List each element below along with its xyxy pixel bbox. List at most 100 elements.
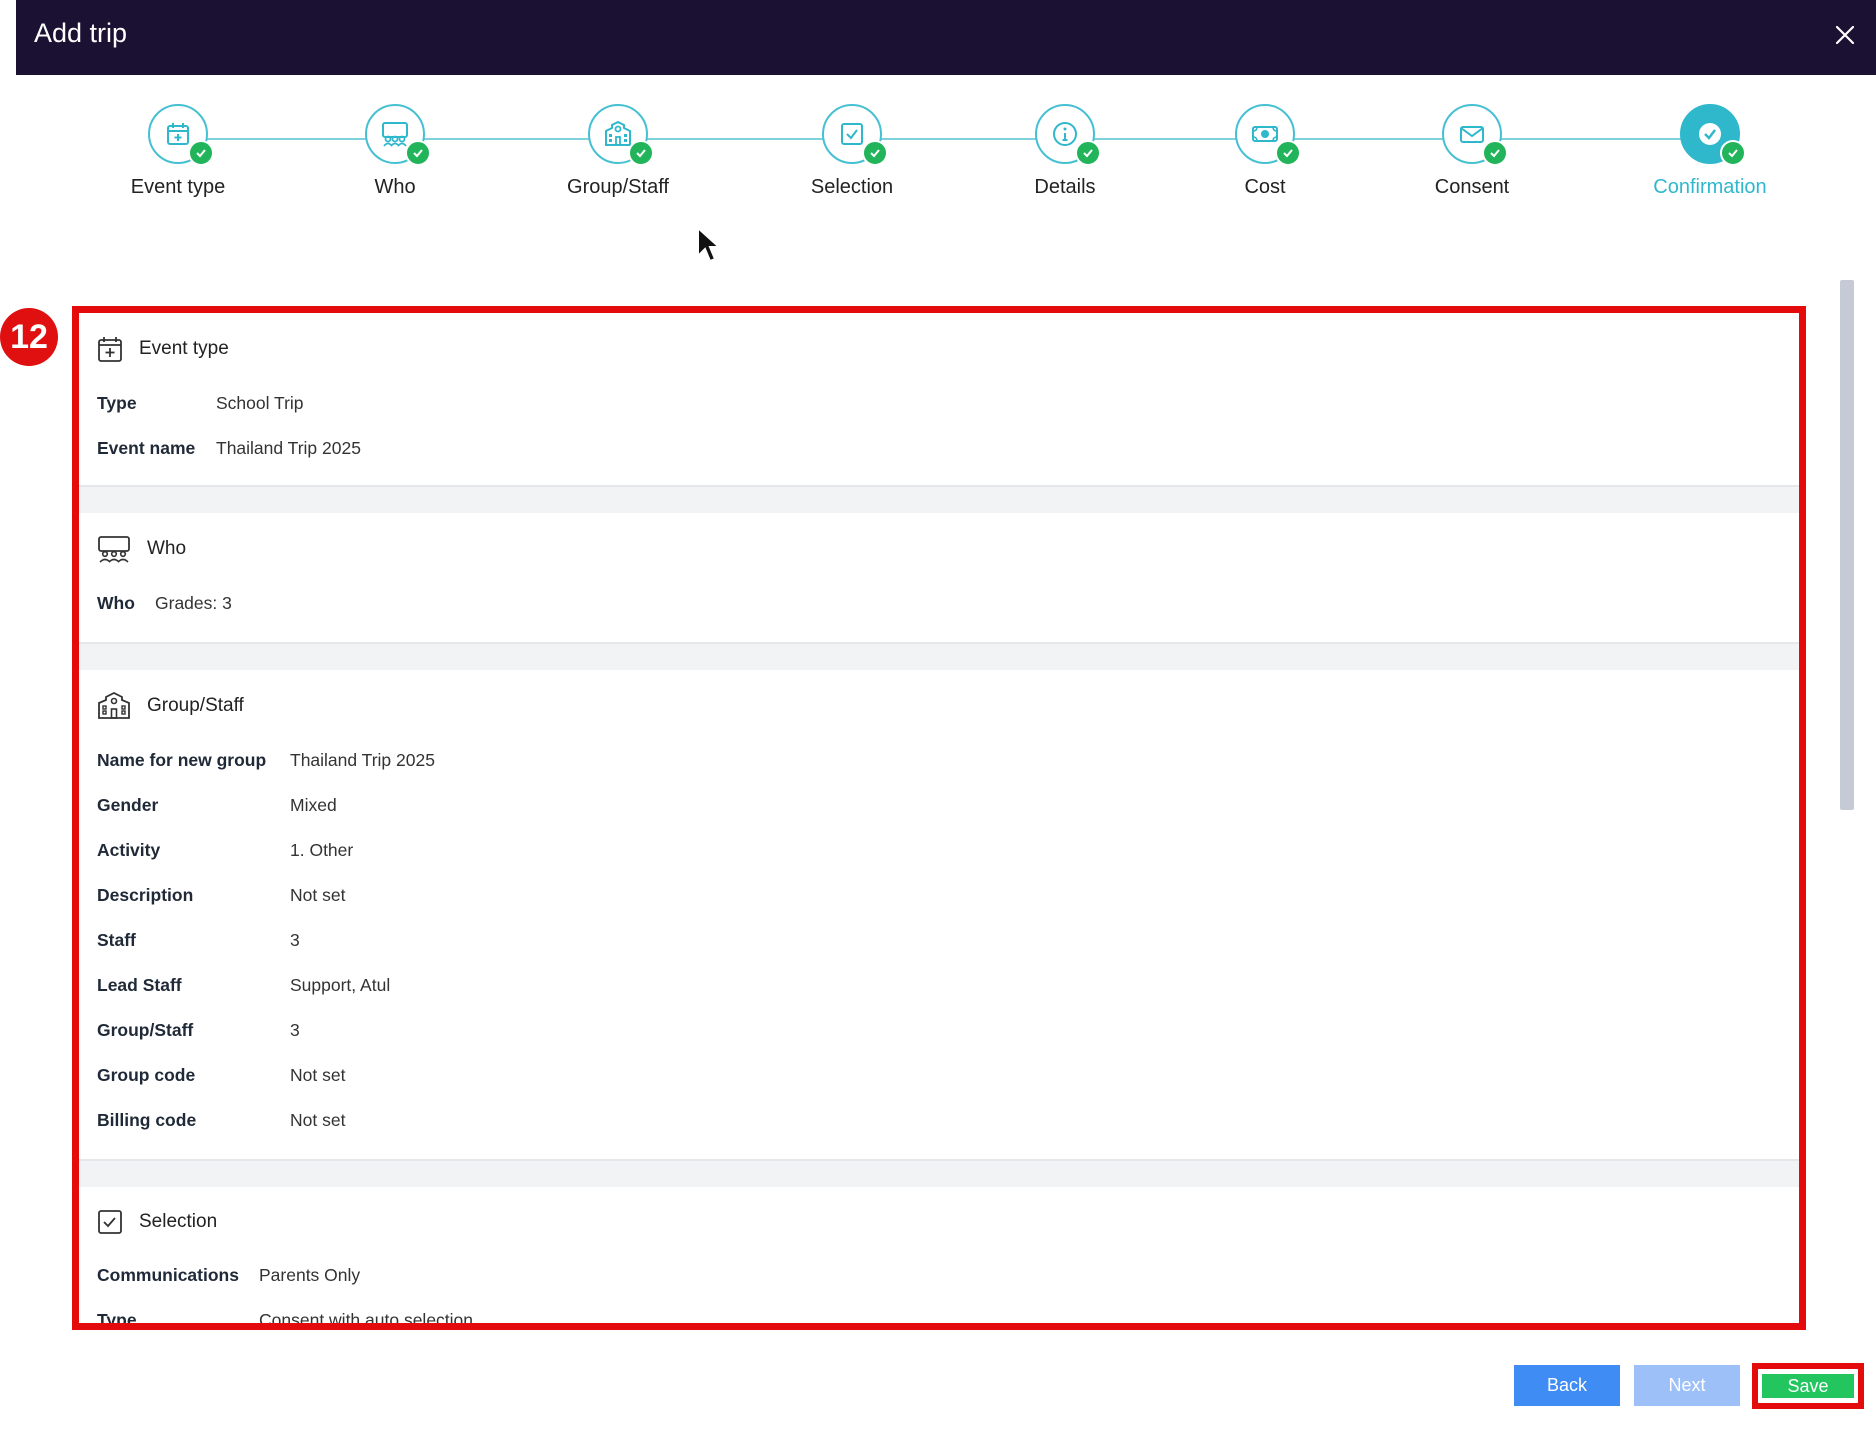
checkbox-icon — [841, 123, 863, 145]
row-key: Group code — [97, 1065, 196, 1085]
check-icon — [1275, 140, 1301, 166]
step-label: Who — [374, 176, 416, 198]
row-value: Grades: 3 — [155, 593, 232, 613]
row-key: Communications — [97, 1265, 239, 1285]
step-label: Selection — [810, 176, 894, 198]
school-building-icon — [605, 120, 631, 146]
people-group-icon — [382, 122, 408, 147]
section-title: Who — [147, 538, 187, 559]
summary-row: Name for new group Thailand Trip 2025 — [97, 738, 1785, 783]
back-button[interactable]: Back — [1514, 1365, 1620, 1406]
summary-section-selection: Selection Communications Parents Only Typ… — [79, 1187, 1799, 1330]
row-key: Staff — [97, 930, 136, 950]
summary-row: Billing code Not set — [97, 1098, 1785, 1143]
step-event-type[interactable]: Event type — [78, 104, 278, 199]
summary-row: Group code Not set — [97, 1053, 1785, 1098]
step-label: Group/Staff — [567, 176, 669, 198]
section-title: Event type — [139, 338, 229, 359]
row-value: Support, Atul — [290, 975, 391, 995]
wizard-stepper: Event type Who Group/Staff Selection Det… — [0, 104, 1876, 224]
row-key: Type — [97, 393, 137, 413]
check-icon — [628, 140, 654, 166]
summary-section-who: Who Who Grades: 3 — [79, 513, 1799, 644]
step-cost[interactable]: Cost — [1165, 104, 1365, 199]
calendar-plus-icon — [167, 123, 189, 145]
row-key: Who — [97, 593, 135, 613]
check-icon — [188, 140, 214, 166]
confirmation-summary: Event type Type School Trip Event name Tha… — [72, 306, 1806, 1330]
summary-section-group-staff: Group/Staff Name for new group Thailand T… — [79, 670, 1799, 1161]
check-icon — [1482, 140, 1508, 166]
step-circle — [1442, 104, 1508, 166]
step-label: Event type — [130, 176, 226, 198]
row-key: Group/Staff — [97, 1020, 194, 1040]
scrollbar-thumb[interactable] — [1840, 280, 1854, 810]
close-icon[interactable] — [1830, 20, 1860, 50]
check-icon — [1075, 140, 1101, 166]
step-circle — [1235, 104, 1301, 166]
row-value: Parents Only — [259, 1265, 361, 1285]
summary-row: Event name Thailand Trip 2025 — [97, 426, 1785, 471]
row-key: Billing code — [97, 1110, 197, 1130]
step-circle-active — [1680, 104, 1746, 166]
step-details[interactable]: Details — [965, 104, 1165, 199]
people-group-icon — [98, 536, 130, 563]
row-value: Not set — [290, 885, 346, 905]
checkbox-icon — [98, 1210, 122, 1234]
row-key: Gender — [97, 795, 159, 815]
next-button[interactable]: Next — [1634, 1365, 1740, 1406]
summary-row: Type Consent with auto selection — [97, 1298, 1785, 1330]
summary-row: Description Not set — [97, 873, 1785, 918]
row-value: Mixed — [290, 795, 337, 815]
summary-row: Activity 1. Other — [97, 828, 1785, 873]
row-key: Event name — [97, 438, 196, 458]
money-icon — [1252, 126, 1278, 142]
row-value: Consent with auto selection — [259, 1310, 474, 1330]
school-building-icon — [98, 692, 130, 719]
check-circle-icon — [1699, 123, 1721, 145]
calendar-plus-icon — [98, 337, 122, 362]
row-key: Description — [97, 885, 194, 905]
info-icon — [1053, 122, 1077, 146]
save-button[interactable]: Save — [1762, 1374, 1854, 1398]
row-value: Not set — [290, 1065, 346, 1085]
step-consent[interactable]: Consent — [1372, 104, 1572, 199]
row-key: Name for new group — [97, 750, 267, 770]
section-title: Group/Staff — [147, 695, 244, 716]
step-group-staff[interactable]: Group/Staff — [518, 104, 718, 199]
modal-title: Add trip — [34, 18, 128, 48]
step-label: Consent — [1434, 176, 1510, 198]
row-value: Not set — [290, 1110, 346, 1130]
annotation-badge: 12 — [0, 308, 58, 366]
check-icon — [405, 140, 431, 166]
step-circle — [365, 104, 431, 166]
summary-row: Who Grades: 3 — [97, 581, 1785, 626]
row-key: Type — [97, 1310, 137, 1330]
check-icon — [862, 140, 888, 166]
step-label: Details — [1034, 176, 1096, 198]
step-confirmation[interactable]: Confirmation — [1610, 104, 1810, 199]
step-circle — [148, 104, 214, 166]
step-who[interactable]: Who — [295, 104, 495, 199]
mouse-cursor-icon — [697, 226, 722, 263]
row-key: Lead Staff — [97, 975, 182, 995]
modal-header: Add trip — [16, 0, 1876, 75]
envelope-icon — [1460, 126, 1484, 143]
summary-section-event-type: Event type Type School Trip Event name Tha… — [79, 313, 1799, 487]
section-title: Selection — [139, 1211, 218, 1232]
row-value: Thailand Trip 2025 — [216, 438, 361, 458]
step-circle — [822, 104, 888, 166]
summary-row: Communications Parents Only — [97, 1253, 1785, 1298]
check-icon — [1720, 140, 1746, 166]
row-value: 1. Other — [290, 840, 354, 860]
summary-row: Gender Mixed — [97, 783, 1785, 828]
step-label: Confirmation — [1653, 176, 1767, 198]
summary-row: Type School Trip — [97, 381, 1785, 426]
row-value: 3 — [290, 930, 300, 950]
step-circle — [588, 104, 654, 166]
row-value: Thailand Trip 2025 — [290, 750, 435, 770]
row-value: 3 — [290, 1020, 300, 1040]
summary-row: Lead Staff Support, Atul — [97, 963, 1785, 1008]
step-selection[interactable]: Selection — [752, 104, 952, 199]
summary-row: Group/Staff 3 — [97, 1008, 1785, 1053]
